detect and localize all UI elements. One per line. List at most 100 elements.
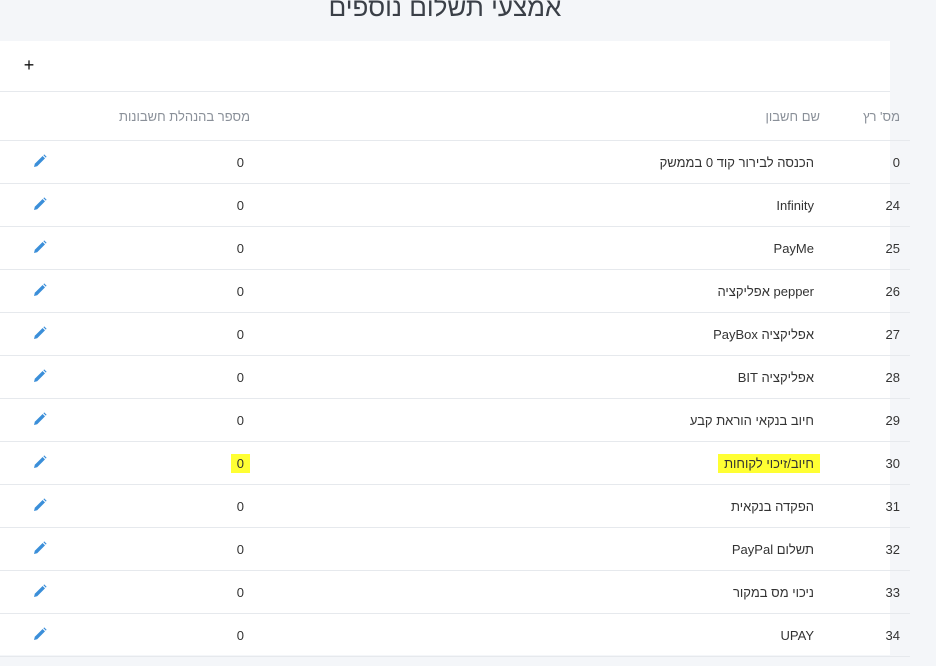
edit-cell [0, 613, 80, 657]
accounting-number: 0 [236, 584, 244, 600]
table-row: 30 חיוב/זיכוי לקוחות 0 [0, 441, 910, 485]
accounting-number: 0 [236, 412, 244, 428]
edit-pencil-icon[interactable] [33, 454, 47, 469]
edit-pencil-icon[interactable] [33, 325, 47, 340]
account-name: תשלום PayPal [731, 541, 814, 557]
accounting-number-cell: 0 [80, 570, 250, 614]
edit-pencil-icon[interactable] [33, 497, 47, 512]
account-name: אפליקציה BIT [737, 369, 814, 385]
column-header-accounting[interactable]: מספר בהנהלת חשבונות [80, 92, 250, 141]
account-name-cell: חיוב בנקאי הוראת קבע [250, 398, 830, 442]
payment-methods-panel: + מס' רץ שם חשבון מספר בהנהלת חשבונות 0ה… [0, 41, 910, 657]
accounting-number-cell: 0 [80, 441, 250, 485]
serial-cell: 32 [830, 527, 910, 571]
account-name: Infinity [776, 197, 814, 213]
accounting-number-cell: 0 [80, 613, 250, 657]
accounting-number: 0 [236, 326, 244, 342]
table-row: 24 Infinity 0 [0, 183, 910, 227]
serial-cell: 31 [830, 484, 910, 528]
serial-cell: 30 [830, 441, 910, 485]
column-header-name[interactable]: שם חשבון [250, 92, 830, 141]
accounting-number-cell: 0 [80, 226, 250, 270]
account-name: הפקדה בנקאית [730, 498, 814, 514]
add-button[interactable]: + [20, 54, 38, 76]
edit-cell [0, 183, 80, 227]
serial-cell: 33 [830, 570, 910, 614]
accounting-number-cell: 0 [80, 140, 250, 184]
account-name-cell: הכנסה לבירור קוד 0 בממשק [250, 140, 830, 184]
account-name-cell: Infinity [250, 183, 830, 227]
column-header-actions [0, 92, 80, 141]
edit-cell [0, 441, 80, 485]
table-row: 26 pepper אפליקציה 0 [0, 269, 910, 313]
accounting-number: 0 [236, 627, 244, 643]
accounting-number-cell: 0 [80, 484, 250, 528]
edit-cell [0, 398, 80, 442]
serial-cell: 29 [830, 398, 910, 442]
edit-cell [0, 226, 80, 270]
accounting-number-cell: 0 [80, 527, 250, 571]
accounting-number: 0 [236, 240, 244, 256]
table-row: 31 הפקדה בנקאית 0 [0, 484, 910, 528]
edit-pencil-icon[interactable] [33, 196, 47, 211]
edit-pencil-icon[interactable] [33, 368, 47, 383]
account-name: חיוב בנקאי הוראת קבע [689, 412, 814, 428]
account-name: חיוב/זיכוי לקוחות [718, 453, 820, 473]
serial-cell: 24 [830, 183, 910, 227]
edit-pencil-icon[interactable] [33, 239, 47, 254]
edit-pencil-icon[interactable] [33, 411, 47, 426]
serial-cell: 26 [830, 269, 910, 313]
edit-pencil-icon[interactable] [33, 153, 47, 168]
accounting-number: 0 [236, 283, 244, 299]
account-name: PayMe [773, 240, 814, 256]
edit-cell [0, 355, 80, 399]
accounting-number: 0 [236, 369, 244, 385]
column-header-serial[interactable]: מס' רץ [830, 92, 910, 141]
account-name-cell: pepper אפליקציה [250, 269, 830, 313]
table-row: 0 הכנסה לבירור קוד 0 בממשק 0 [0, 140, 910, 184]
accounting-number: 0 [236, 154, 244, 170]
edit-pencil-icon[interactable] [33, 282, 47, 297]
edit-pencil-icon[interactable] [33, 540, 47, 555]
edit-pencil-icon[interactable] [33, 583, 47, 598]
serial-cell: 0 [830, 140, 910, 184]
edit-cell [0, 140, 80, 184]
table-body: 0 הכנסה לבירור קוד 0 בממשק 0 24 Infinity 0 25 P… [0, 140, 910, 657]
accounting-number: 0 [230, 453, 250, 473]
account-name: הכנסה לבירור קוד 0 בממשק [659, 154, 814, 170]
accounting-number: 0 [236, 541, 244, 557]
account-name: אפליקציה PayBox [713, 326, 814, 342]
accounting-number: 0 [236, 498, 244, 514]
edit-cell [0, 570, 80, 614]
account-name-cell: אפליקציה PayBox [250, 312, 830, 356]
account-name: pepper אפליקציה [717, 283, 814, 299]
accounting-number-cell: 0 [80, 269, 250, 313]
edit-cell [0, 312, 80, 356]
serial-cell: 25 [830, 226, 910, 270]
account-name-cell: אפליקציה BIT [250, 355, 830, 399]
table-row: 27 אפליקציה PayBox 0 [0, 312, 910, 356]
account-name-cell: חיוב/זיכוי לקוחות [250, 441, 830, 485]
account-name-cell: הפקדה בנקאית [250, 484, 830, 528]
serial-cell: 34 [830, 613, 910, 657]
table-row: 25 PayMe 0 [0, 226, 910, 270]
payment-methods-table: מס' רץ שם חשבון מספר בהנהלת חשבונות 0 הכנ… [0, 92, 910, 657]
edit-cell [0, 269, 80, 313]
page-title: אמצעי תשלום נוספים [328, 0, 562, 22]
account-name-cell: PayMe [250, 226, 830, 270]
accounting-number-cell: 0 [80, 398, 250, 442]
account-name: ניכוי מס במקור [732, 584, 814, 600]
account-name-cell: ניכוי מס במקור [250, 570, 830, 614]
table-row: 32 תשלום PayPal 0 [0, 527, 910, 571]
accounting-number: 0 [236, 197, 244, 213]
accounting-number-cell: 0 [80, 355, 250, 399]
table-row: 34 UPAY 0 [0, 613, 910, 657]
account-name: UPAY [780, 627, 814, 643]
edit-cell [0, 527, 80, 571]
serial-cell: 27 [830, 312, 910, 356]
accounting-number-cell: 0 [80, 183, 250, 227]
edit-pencil-icon[interactable] [33, 626, 47, 641]
table-row: 29 חיוב בנקאי הוראת קבע 0 [0, 398, 910, 442]
account-name-cell: UPAY [250, 613, 830, 657]
serial-cell: 28 [830, 355, 910, 399]
